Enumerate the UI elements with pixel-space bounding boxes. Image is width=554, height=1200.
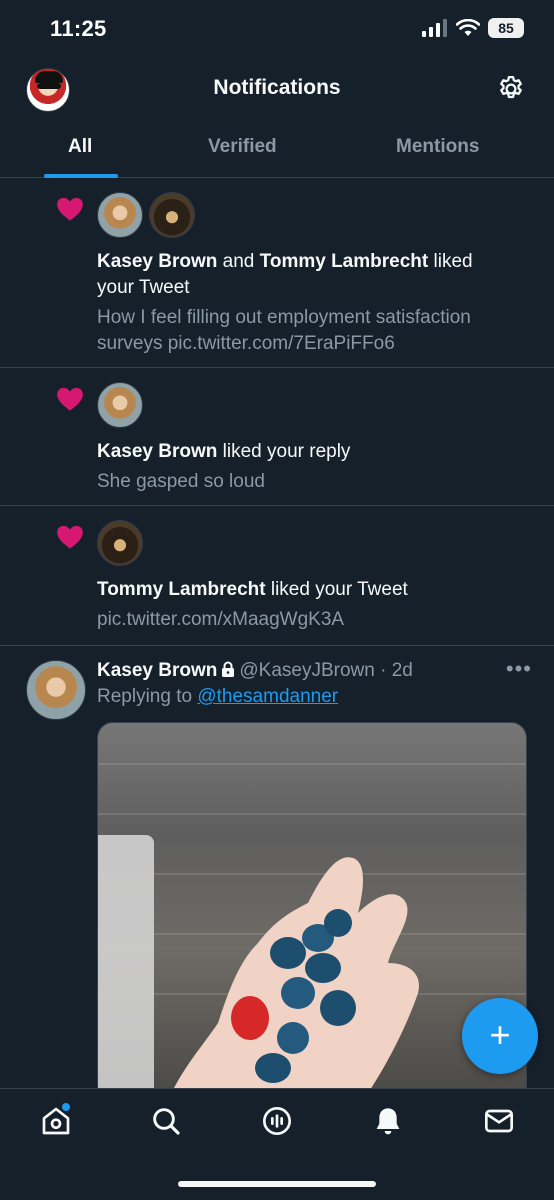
replying-to-link[interactable]: @thesamdanner xyxy=(197,686,338,707)
avatar[interactable] xyxy=(97,192,143,238)
home-indicator xyxy=(178,1181,376,1187)
actor-name: Tommy Lambrecht xyxy=(97,579,266,600)
tab-all[interactable]: All xyxy=(68,136,92,158)
avatar[interactable] xyxy=(26,660,86,720)
actor-name: Tommy Lambrecht xyxy=(259,251,429,272)
actor-name: Kasey Brown xyxy=(97,441,218,462)
notification-snippet: She gasped so loud xyxy=(97,471,265,492)
compose-tweet-button[interactable]: + xyxy=(462,998,538,1074)
lock-icon xyxy=(222,661,235,677)
avatar[interactable] xyxy=(149,192,195,238)
notification-item[interactable]: Kasey Brown liked your reply She gasped … xyxy=(0,368,554,506)
avatar-group xyxy=(97,382,143,428)
notification-item[interactable]: Tommy Lambrecht liked your Tweet pic.twi… xyxy=(0,506,554,646)
status-icons: 85 xyxy=(422,18,524,38)
battery-icon: 85 xyxy=(488,18,524,38)
spaces-icon[interactable] xyxy=(261,1105,293,1137)
header: Notifications xyxy=(0,62,554,118)
tweet-header: Kasey Brown @KaseyJBrown · 2d xyxy=(97,660,413,681)
notification-text: Tommy Lambrecht liked your Tweet xyxy=(97,579,408,600)
tab-bar: All Verified Mentions xyxy=(0,122,554,178)
avatar[interactable] xyxy=(97,520,143,566)
avatar-group xyxy=(97,192,195,238)
tweet-author-handle[interactable]: @KaseyJBrown xyxy=(239,660,374,681)
notification-text: Kasey Brown and Tommy Lambrecht liked yo… xyxy=(97,251,473,298)
wifi-icon xyxy=(456,19,480,36)
gear-icon[interactable] xyxy=(496,74,526,104)
tab-mentions[interactable]: Mentions xyxy=(396,136,479,158)
bell-icon[interactable] xyxy=(372,1105,404,1137)
more-options-icon[interactable]: ••• xyxy=(506,656,532,682)
status-bar: 11:25 85 xyxy=(0,0,554,60)
notification-item[interactable]: Kasey Brown and Tommy Lambrecht liked yo… xyxy=(0,178,554,368)
avatar-group xyxy=(97,520,143,566)
page-title: Notifications xyxy=(213,76,341,99)
status-time: 11:25 xyxy=(50,16,107,41)
heart-icon xyxy=(57,387,83,411)
plus-icon: + xyxy=(489,1013,511,1055)
notification-snippet: pic.twitter.com/xMaagWgK3A xyxy=(97,609,345,630)
tweet-timestamp[interactable]: 2d xyxy=(392,660,413,681)
home-notification-dot xyxy=(62,1103,70,1111)
photo-content xyxy=(167,857,419,1101)
notification-text: Kasey Brown liked your reply xyxy=(97,441,351,462)
signal-icon xyxy=(422,19,447,37)
actor-name: Kasey Brown xyxy=(97,251,218,272)
messages-icon[interactable] xyxy=(483,1105,515,1137)
search-icon[interactable] xyxy=(150,1105,182,1137)
heart-icon xyxy=(57,525,83,549)
replying-to: Replying to @thesamdanner xyxy=(97,686,339,707)
notification-snippet: How I feel filling out employment satisf… xyxy=(97,307,471,354)
tab-verified[interactable]: Verified xyxy=(208,136,277,158)
heart-icon xyxy=(57,197,83,221)
bottom-nav xyxy=(0,1088,554,1200)
avatar[interactable] xyxy=(97,382,143,428)
tweet-author-name[interactable]: Kasey Brown xyxy=(97,660,217,681)
